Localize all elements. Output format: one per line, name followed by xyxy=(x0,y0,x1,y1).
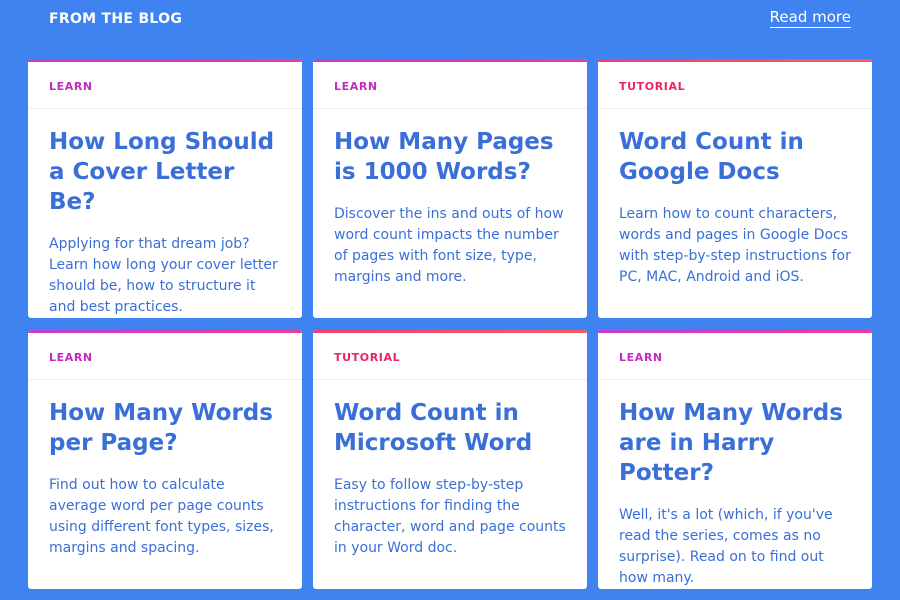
blog-card-microsoft-word[interactable]: TUTORIAL Word Count in Microsoft Word Ea… xyxy=(313,330,587,589)
blog-card-1000-words[interactable]: LEARN How Many Pages is 1000 Words? Disc… xyxy=(313,59,587,318)
card-title[interactable]: How Many Words are in Harry Potter? xyxy=(619,398,851,488)
card-category: LEARN xyxy=(28,333,302,380)
blog-card-harry-potter[interactable]: LEARN How Many Words are in Harry Potter… xyxy=(598,330,872,589)
card-title[interactable]: How Many Words per Page? xyxy=(49,398,281,458)
card-description: Find out how to calculate average word p… xyxy=(49,477,274,556)
card-category: LEARN xyxy=(598,333,872,380)
card-title[interactable]: How Many Pages is 1000 Words? xyxy=(334,127,566,187)
card-category: TUTORIAL xyxy=(598,62,872,109)
card-title[interactable]: How Long Should a Cover Letter Be? xyxy=(49,127,281,217)
section-title: FROM THE BLOG xyxy=(49,11,183,27)
blog-card-words-per-page[interactable]: LEARN How Many Words per Page? Find out … xyxy=(28,330,302,589)
blog-section-header: FROM THE BLOG Read more xyxy=(49,8,851,32)
card-category: LEARN xyxy=(28,62,302,109)
card-title[interactable]: Word Count in Microsoft Word xyxy=(334,398,566,458)
read-more-link[interactable]: Read more xyxy=(769,8,851,28)
card-category: TUTORIAL xyxy=(313,333,587,380)
card-category: LEARN xyxy=(313,62,587,109)
blog-card-google-docs[interactable]: TUTORIAL Word Count in Google Docs Learn… xyxy=(598,59,872,318)
card-title[interactable]: Word Count in Google Docs xyxy=(619,127,851,187)
card-description: Easy to follow step-by-step instructions… xyxy=(334,477,566,556)
card-description: Learn how to count characters, words and… xyxy=(619,206,851,285)
card-description: Discover the ins and outs of how word co… xyxy=(334,206,564,285)
card-description: Well, it's a lot (which, if you've read … xyxy=(619,507,833,586)
blog-card-cover-letter[interactable]: LEARN How Long Should a Cover Letter Be?… xyxy=(28,59,302,318)
card-description: Applying for that dream job? Learn how l… xyxy=(49,236,278,315)
